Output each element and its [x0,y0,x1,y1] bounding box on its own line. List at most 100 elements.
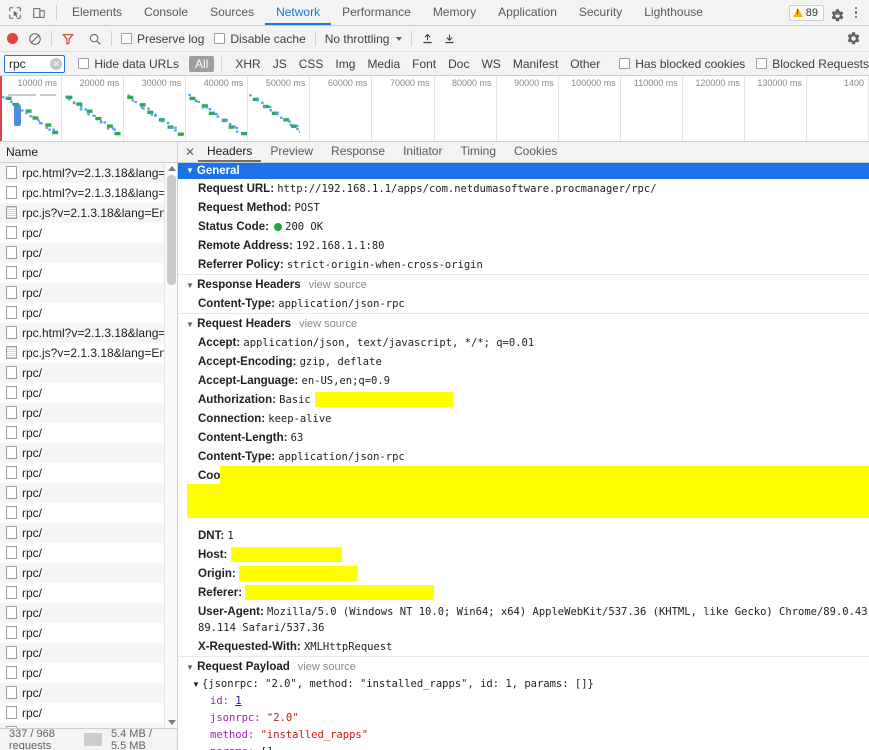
preserve-log-checkbox[interactable]: Preserve log [121,32,204,46]
request-row[interactable]: rpc.js?v=2.1.3.18&lang=English&t [0,343,177,363]
request-row[interactable]: rpc/ [0,363,177,383]
tab-console[interactable]: Console [133,0,199,25]
request-row[interactable]: rpc/ [0,543,177,563]
overview-drag-handle[interactable] [14,106,21,126]
tab-lighthouse[interactable]: Lighthouse [633,0,714,25]
filter-icon[interactable] [61,32,75,46]
filter-type-font[interactable]: Font [406,56,442,72]
header-value: 200 OK [285,220,324,233]
payload-value: 1 [235,695,242,707]
filter-type-other[interactable]: Other [564,56,606,72]
has-blocked-cookies-checkbox[interactable]: Has blocked cookies [619,57,745,71]
tab-initiator[interactable]: Initiator [394,142,451,162]
request-row[interactable]: rpc/ [0,703,177,723]
tab-application[interactable]: Application [487,0,568,25]
request-view-source-link[interactable]: view source [299,318,357,330]
request-row[interactable]: rpc/ [0,463,177,483]
request-row[interactable]: rpc/ [0,683,177,703]
response-headers-section-header[interactable]: ▼ Response Headers view source [178,274,869,294]
blocked-requests-checkbox[interactable]: Blocked Requests [756,57,869,71]
request-row[interactable]: rpc/ [0,383,177,403]
filter-type-media[interactable]: Media [361,56,406,72]
request-row[interactable]: rpc/ [0,643,177,663]
request-row[interactable]: rpc/ [0,723,177,728]
request-row[interactable]: rpc/ [0,663,177,683]
tab-performance[interactable]: Performance [331,0,422,25]
close-details-icon[interactable]: ✕ [182,142,198,162]
scroll-up-arrow-icon[interactable] [168,166,176,171]
scrollbar-thumb[interactable] [167,175,176,285]
header-key: Referer: [198,586,246,599]
request-row[interactable]: rpc/ [0,243,177,263]
redaction-block [245,584,435,600]
disable-cache-checkbox[interactable]: Disable cache [214,32,306,46]
tab-sources[interactable]: Sources [199,0,265,25]
request-row[interactable]: rpc.html?v=2.1.3.18&lang=Englis. [0,183,177,203]
request-row[interactable]: rpc.html?v=2.1.3.18&lang=Englis. [0,323,177,343]
tab-memory[interactable]: Memory [422,0,487,25]
request-rows-container[interactable]: rpc.html?v=2.1.3.18&lang=Englis. rpc.html… [0,163,177,728]
warning-count-badge[interactable]: 89 [788,4,824,21]
settings-gear-icon[interactable] [830,5,846,21]
clear-filter-icon[interactable]: ✕ [50,57,63,70]
hide-data-urls-checkbox[interactable]: Hide data URLs [78,57,179,71]
export-har-icon[interactable] [443,32,456,46]
scroll-down-arrow-icon[interactable] [168,720,176,725]
filter-type-all[interactable]: All [189,55,215,72]
tab-network[interactable]: Network [265,0,332,25]
request-row[interactable]: rpc/ [0,423,177,443]
request-row[interactable]: rpc.html?v=2.1.3.18&lang=Englis. [0,163,177,183]
tab-timing[interactable]: Timing [451,142,505,162]
filter-type-doc[interactable]: Doc [442,56,475,72]
filter-type-css[interactable]: CSS [293,56,330,72]
request-row[interactable]: rpc/ [0,603,177,623]
throttling-select[interactable]: No throttling [325,32,403,46]
request-row[interactable]: rpc.js?v=2.1.3.18&lang=English&t [0,203,177,223]
response-view-source-link[interactable]: view source [309,279,367,291]
tab-security[interactable]: Security [568,0,633,25]
request-row[interactable]: rpc/ [0,443,177,463]
collapse-triangle-icon: ▼ [192,680,200,689]
filter-type-manifest[interactable]: Manifest [507,56,564,72]
request-name-label: rpc/ [22,625,43,640]
request-list-scrollbar[interactable] [164,163,177,728]
more-options-icon[interactable] [848,5,864,21]
request-row[interactable]: rpc/ [0,223,177,243]
request-list-header[interactable]: Name [0,142,177,163]
header-key: Accept: [198,336,244,349]
tab-elements[interactable]: Elements [61,0,133,25]
request-row[interactable]: rpc/ [0,583,177,603]
tab-preview[interactable]: Preview [261,142,322,162]
network-overview-timeline[interactable]: 10000 ms 20000 ms 30000 ms 40000 ms 50000 ms… [0,76,869,142]
request-row[interactable]: rpc/ [0,263,177,283]
request-row[interactable]: rpc/ [0,303,177,323]
request-row[interactable]: rpc/ [0,523,177,543]
record-button[interactable] [7,33,18,44]
filter-type-js[interactable]: JS [267,56,293,72]
device-toolbar-icon[interactable] [30,4,48,22]
filter-type-xhr[interactable]: XHR [229,56,266,72]
tab-cookies[interactable]: Cookies [505,142,566,162]
network-settings-gear-icon[interactable] [846,31,862,47]
tab-response[interactable]: Response [322,142,394,162]
request-row[interactable]: rpc/ [0,283,177,303]
header-value: XMLHttpRequest [303,640,393,653]
payload-summary-line[interactable]: ▼ {jsonrpc: "2.0", method: "installed_rap… [178,676,869,693]
request-row[interactable]: rpc/ [0,623,177,643]
search-icon[interactable] [88,32,102,46]
import-har-icon[interactable] [421,32,434,46]
request-row[interactable]: rpc/ [0,483,177,503]
request-row[interactable]: rpc/ [0,503,177,523]
request-row[interactable]: rpc/ [0,403,177,423]
overview-selection-edge[interactable] [0,76,2,141]
general-section-header[interactable]: ▼ General [178,163,869,179]
request-headers-section-header[interactable]: ▼ Request Headers view source [178,313,869,333]
request-row[interactable]: rpc/ [0,563,177,583]
payload-view-source-link[interactable]: view source [298,661,356,673]
tab-headers[interactable]: Headers [198,142,262,162]
filter-type-ws[interactable]: WS [475,56,506,72]
clear-icon[interactable] [28,32,42,46]
inspect-icon[interactable] [6,4,24,22]
filter-type-img[interactable]: Img [329,56,361,72]
request-payload-section-header[interactable]: ▼ Request Payload view source [178,656,869,676]
